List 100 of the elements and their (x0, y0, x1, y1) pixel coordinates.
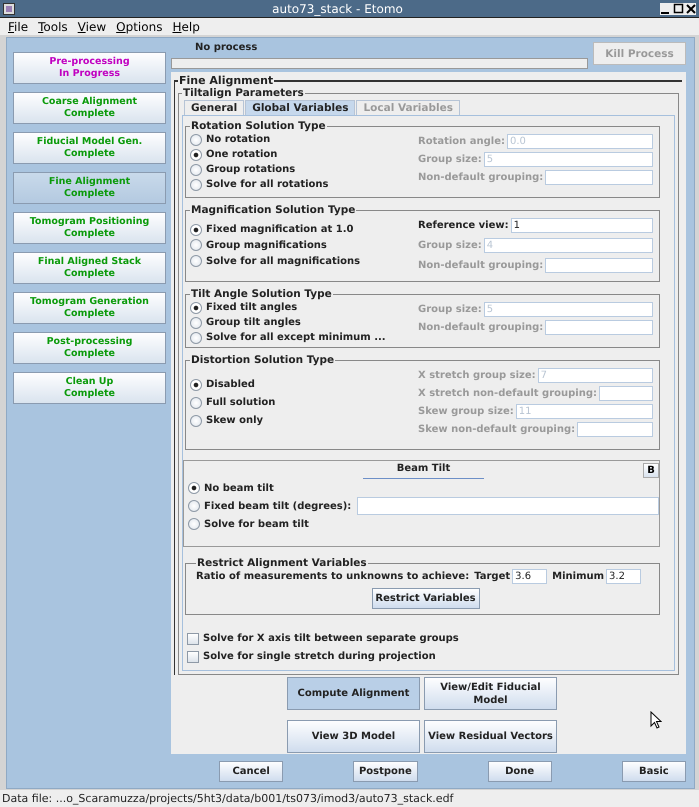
tab[interactable]: General (184, 100, 244, 115)
group-title: Magnification Solution Type (190, 204, 356, 216)
input-field[interactable]: 1 (510, 218, 653, 233)
window-title: auto73_stack - Etomo (271, 2, 404, 16)
restrict-variables-button[interactable]: Restrict Variables (372, 588, 480, 609)
option-label: Group rotations (206, 164, 296, 175)
action-button[interactable]: View Residual Vectors (424, 720, 557, 753)
option-label: Solve for all rotations (206, 179, 328, 190)
action-button[interactable]: View 3D Model (287, 720, 420, 753)
radio-option[interactable]: Skew only (190, 413, 418, 428)
action-button[interactable]: View/Edit Fiducial Model (424, 677, 557, 710)
radio-icon[interactable] (190, 332, 202, 344)
option-label: Solve for X axis tilt between separate groups (203, 633, 459, 644)
menu-item[interactable]: Tools (38, 20, 68, 34)
checkbox-option[interactable]: Solve for X axis tilt between separate groups (187, 631, 672, 646)
radio-icon[interactable] (190, 134, 202, 146)
option-label: Skew only (206, 415, 264, 426)
menu-item[interactable]: Help (172, 20, 200, 34)
group-title: Tilt Angle Solution Type (190, 288, 333, 300)
option-label: Solve for beam tilt (204, 518, 309, 530)
process-status: No process (194, 42, 258, 55)
radio-icon[interactable] (190, 178, 202, 190)
menu-item[interactable]: File (8, 20, 28, 34)
target-field[interactable]: 3.6 (512, 569, 548, 584)
ratio-label: Ratio of measurements to unknowns to achieve: (196, 571, 470, 582)
option-label: No beam tilt (204, 482, 274, 494)
section-title: Fine Alignment (178, 74, 274, 87)
radio-icon[interactable] (190, 302, 202, 314)
radio-option[interactable]: Group tilt angles (190, 315, 418, 330)
option-label: Solve for single stretch during projection (203, 651, 436, 662)
section-title: Tiltalign Parameters (182, 87, 305, 99)
option-label: Fixed magnification at 1.0 (206, 224, 354, 236)
field-label: Non-default grouping: (418, 260, 544, 271)
action-button[interactable]: Compute Alignment (287, 677, 420, 710)
radio-icon[interactable] (188, 482, 200, 494)
option-label: Fixed tilt angles (206, 302, 298, 313)
checkbox-icon[interactable] (187, 632, 199, 644)
option-label: Solve for all magnifications (206, 256, 360, 267)
group-title: Distortion Solution Type (190, 354, 336, 366)
radio-icon[interactable] (190, 224, 202, 236)
radio-icon[interactable] (190, 378, 202, 390)
radio-option[interactable]: No rotation (190, 132, 418, 147)
menu-item[interactable]: View (78, 20, 106, 34)
radio-icon[interactable] (190, 164, 202, 176)
cursor-icon (650, 711, 662, 729)
option-label: No rotation (206, 134, 270, 145)
radio-icon[interactable] (190, 255, 202, 268)
field-label: Non-default grouping: (418, 172, 544, 183)
field-label: Reference view: (418, 220, 509, 231)
radio-option[interactable]: Solve for all rotations (190, 177, 418, 192)
input-field[interactable] (577, 422, 653, 437)
dialog-button[interactable]: Done (488, 761, 552, 782)
radio-option[interactable]: No beam tilt (188, 480, 274, 496)
field-label: Skew non-default grouping: (418, 424, 576, 435)
radio-icon[interactable] (190, 414, 202, 426)
dialog-button[interactable]: Basic (622, 761, 686, 782)
group-title: Rotation Solution Type (190, 120, 327, 132)
radio-icon[interactable] (190, 316, 202, 328)
radio-icon[interactable] (190, 148, 202, 160)
radio-icon[interactable] (188, 518, 200, 530)
radio-option[interactable]: Group magnifications (190, 238, 418, 253)
input-field[interactable] (599, 386, 653, 401)
option-label: Disabled (206, 379, 255, 390)
radio-option[interactable]: Fixed magnification at 1.0 (190, 222, 418, 238)
radio-option[interactable]: Fixed beam tilt (degrees): (188, 498, 352, 514)
field-label: Non-default grouping: (418, 322, 544, 333)
radio-icon[interactable] (190, 239, 202, 252)
checkbox-option[interactable]: Solve for single stretch during projection (187, 649, 672, 664)
radio-option[interactable]: Solve for beam tilt (188, 516, 309, 532)
tab[interactable]: Global Variables (245, 100, 356, 115)
menu-item[interactable]: Options (116, 20, 162, 34)
input-field[interactable] (357, 497, 659, 515)
input-field[interactable] (545, 320, 653, 335)
option-label: Full solution (206, 397, 276, 408)
step-button[interactable]: Pre-processing In Progress (13, 52, 166, 84)
option-label: Group magnifications (206, 240, 327, 251)
option-label: Solve for all except minimum ... (206, 332, 386, 343)
radio-option[interactable]: Full solution (190, 395, 418, 410)
window-controls-icon[interactable] (660, 2, 696, 14)
radio-option[interactable]: Group rotations (190, 162, 418, 177)
field-label: X stretch non-default grouping: (418, 388, 597, 399)
radio-icon[interactable] (188, 500, 200, 512)
app-icon (3, 2, 15, 14)
dialog-button[interactable]: Postpone (353, 761, 418, 782)
field-label: Skew group size: (418, 406, 514, 417)
radio-option[interactable]: Disabled (190, 377, 418, 392)
radio-icon[interactable] (190, 396, 202, 408)
field-label: Group size: (418, 304, 482, 315)
input-field[interactable] (545, 170, 653, 185)
basic-toggle-button[interactable]: B (643, 463, 659, 478)
radio-option[interactable]: Solve for all except minimum ... (190, 330, 418, 345)
checkbox-icon[interactable] (187, 650, 199, 662)
field-label: Rotation angle: (418, 136, 506, 147)
input-field[interactable] (545, 258, 653, 273)
panel-title: Beam Tilt (362, 463, 484, 479)
radio-option[interactable]: Fixed tilt angles (190, 300, 418, 315)
radio-option[interactable]: Solve for all magnifications (190, 254, 418, 269)
dialog-button[interactable]: Cancel (219, 761, 284, 782)
radio-option[interactable]: One rotation (190, 147, 418, 162)
minimum-field[interactable]: 3.2 (606, 569, 642, 584)
